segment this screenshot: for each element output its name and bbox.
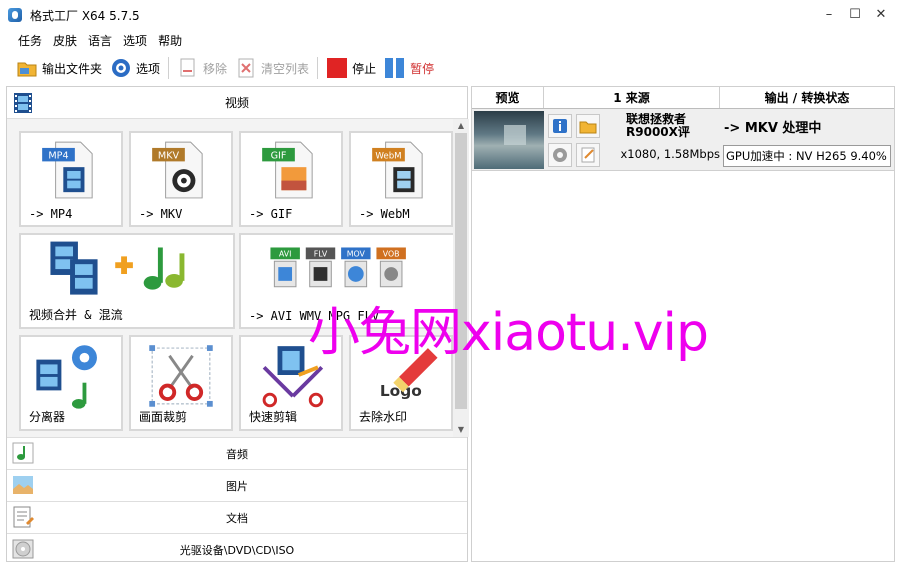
category-audio[interactable]: 音频 — [7, 437, 467, 469]
document-icon — [11, 505, 35, 529]
mp4-file-icon: MP4 — [42, 141, 93, 199]
info-icon — [553, 119, 567, 133]
progress-status-box: GPU加速中 : NV H265 9.40% — [723, 145, 891, 167]
pause-icon — [384, 57, 406, 79]
tile-crop[interactable]: 画面裁剪 — [129, 335, 233, 431]
tile-splitter[interactable]: 分离器 — [19, 335, 123, 431]
scroll-down-arrow-icon[interactable]: ▼ — [453, 423, 469, 437]
video-preview-thumbnail[interactable] — [474, 111, 544, 169]
scrollbar-thumb[interactable] — [455, 133, 507, 409]
svg-text:MKV: MKV — [158, 151, 180, 162]
toolbar: 输出文件夹 选项 移除 清空列表 停止 暂停 — [0, 52, 900, 84]
mkv-file-icon: MKV — [152, 141, 203, 199]
category-disc[interactable]: 光驱设备\DVD\CD\ISO — [7, 533, 467, 562]
folder-icon — [579, 121, 597, 134]
column-source[interactable]: 1 来源 — [544, 87, 720, 108]
close-button[interactable]: ✕ — [868, 6, 894, 24]
tiles-scrollbar[interactable]: ▲ ▼ — [453, 119, 507, 437]
menu-bar: 任务 皮肤 语言 选项 帮助 — [0, 30, 182, 50]
svg-text:GIF: GIF — [271, 151, 287, 162]
folder-icon — [16, 57, 38, 79]
category-image[interactable]: 图片 — [7, 469, 467, 501]
window-title: 格式工厂 X64 5.7.5 — [30, 8, 140, 23]
task-row[interactable]: 联想拯救者R9000X评 1920x1080, 1.58Mbps -> MKV … — [472, 109, 894, 171]
pause-button[interactable]: 暂停 — [380, 54, 438, 82]
clear-list-button[interactable]: 清空列表 — [231, 54, 313, 82]
video-tools-grid: MP4 -> MP4 MKV -> MKV GIF -> GIF WebM ->… — [7, 119, 453, 437]
crop-scissors-icon — [149, 345, 213, 407]
tile-to-mp4[interactable]: MP4 -> MP4 — [19, 131, 123, 227]
remove-icon — [177, 57, 199, 79]
options-icon — [110, 57, 132, 79]
disc-drive-icon — [11, 537, 35, 561]
category-document[interactable]: 文档 — [7, 501, 467, 533]
tile-to-webm[interactable]: WebM -> WebM — [349, 131, 453, 227]
clear-list-icon — [235, 57, 257, 79]
merge-video-icon — [50, 241, 185, 295]
svg-text:AVI: AVI — [279, 249, 292, 258]
toolbar-divider — [317, 57, 319, 79]
output-folder-button[interactable]: 输出文件夹 — [12, 54, 106, 82]
conversion-status: -> MKV 处理中 — [724, 121, 822, 136]
watermark-text: 小兔网xiaotu.vip — [308, 303, 709, 363]
webm-file-icon: WebM — [372, 141, 423, 199]
maximize-button[interactable]: ☐ — [842, 6, 868, 24]
tile-to-gif[interactable]: GIF -> GIF — [239, 131, 343, 227]
category-video[interactable]: 视频 — [7, 87, 467, 119]
category-list: 音频 图片 文档 光驱设备\DVD\CD\ISO — [7, 437, 467, 562]
title-bar: 格式工厂 X64 5.7.5 – ☐ ✕ — [0, 0, 900, 30]
info-button[interactable] — [548, 114, 572, 138]
tile-merge-mux[interactable]: 视频合并 & 混流 — [19, 233, 235, 329]
svg-text:WebM: WebM — [375, 152, 401, 162]
minimize-button[interactable]: – — [816, 6, 842, 24]
svg-text:FLV: FLV — [314, 249, 328, 258]
options-button[interactable]: 选项 — [106, 54, 164, 82]
source-file-info: 1920x1080, 1.58Mbps — [620, 147, 720, 161]
column-output-status[interactable]: 输出 / 转换状态 — [720, 87, 894, 108]
film-icon — [11, 91, 35, 115]
svg-text:MOV: MOV — [347, 249, 366, 258]
stop-icon — [326, 57, 348, 79]
svg-text:MP4: MP4 — [48, 151, 68, 162]
remove-button[interactable]: 移除 — [173, 54, 231, 82]
image-icon — [11, 473, 35, 497]
open-folder-button[interactable] — [576, 114, 600, 138]
svg-text:VOB: VOB — [383, 249, 400, 258]
music-note-icon — [11, 441, 35, 465]
task-grid-header: 预览 1 来源 输出 / 转换状态 — [472, 87, 894, 109]
stop-button[interactable]: 停止 — [322, 54, 380, 82]
column-preview[interactable]: 预览 — [472, 87, 544, 108]
tile-to-mkv[interactable]: MKV -> MKV — [129, 131, 233, 227]
edit-clip-icon — [581, 147, 595, 163]
source-file-name: 联想拯救者R9000X评 — [626, 113, 690, 139]
task-settings-button[interactable] — [548, 143, 572, 167]
gif-file-icon: GIF — [262, 141, 313, 199]
scroll-up-arrow-icon[interactable]: ▲ — [453, 119, 469, 133]
splitter-icon — [36, 345, 97, 409]
edit-clip-button[interactable] — [576, 143, 600, 167]
toolbar-divider — [168, 57, 170, 79]
menu-help[interactable]: 帮助 — [140, 32, 182, 49]
gear-icon — [553, 148, 567, 162]
app-icon — [8, 8, 22, 22]
